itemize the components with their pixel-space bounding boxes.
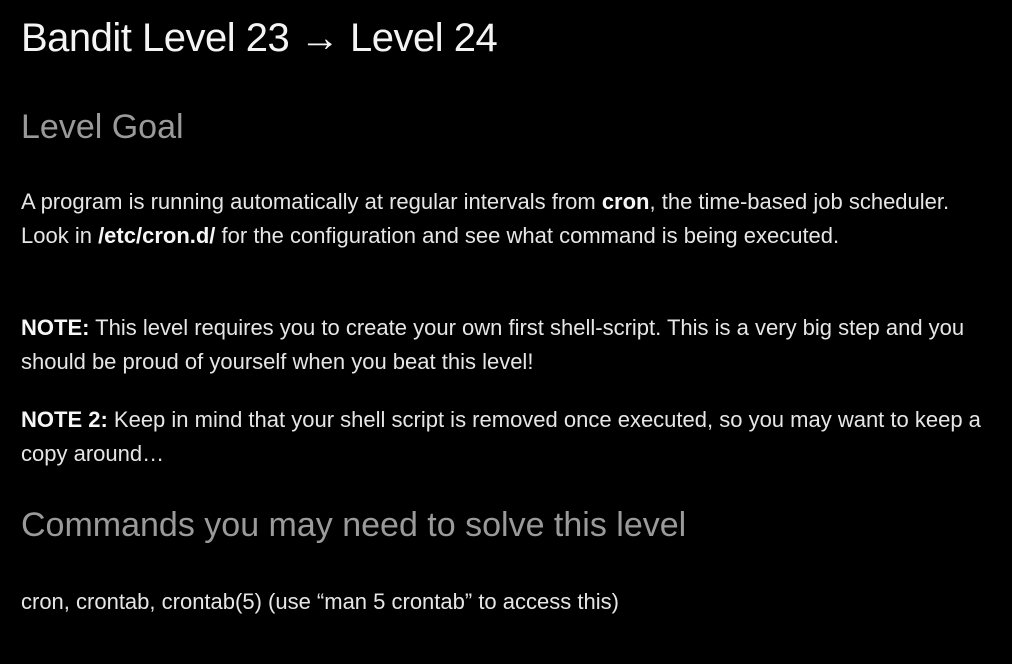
note-text: This level requires you to create your o… bbox=[21, 315, 965, 374]
note2-paragraph: NOTE 2: Keep in mind that your shell scr… bbox=[21, 403, 991, 471]
note-paragraph: NOTE: This level requires you to create … bbox=[21, 311, 991, 379]
cron-path: /etc/cron.d/ bbox=[98, 223, 216, 248]
goal-paragraph: A program is running automatically at re… bbox=[21, 185, 991, 253]
page-title: Bandit Level 23 → Level 24 bbox=[21, 16, 498, 60]
cron-term: cron bbox=[601, 189, 650, 214]
commands-heading: Commands you may need to solve this leve… bbox=[21, 506, 687, 544]
level-goal-heading: Level Goal bbox=[21, 108, 184, 146]
note2-text: Keep in mind that your shell script is r… bbox=[21, 407, 981, 466]
note2-label: NOTE 2: bbox=[21, 407, 108, 432]
goal-text-1: A program is running automatically at re… bbox=[21, 189, 602, 214]
note-label: NOTE: bbox=[21, 315, 90, 340]
goal-text-3: for the configuration and see what comma… bbox=[215, 223, 840, 248]
commands-list: cron, crontab, crontab(5) (use “man 5 cr… bbox=[21, 589, 619, 614]
